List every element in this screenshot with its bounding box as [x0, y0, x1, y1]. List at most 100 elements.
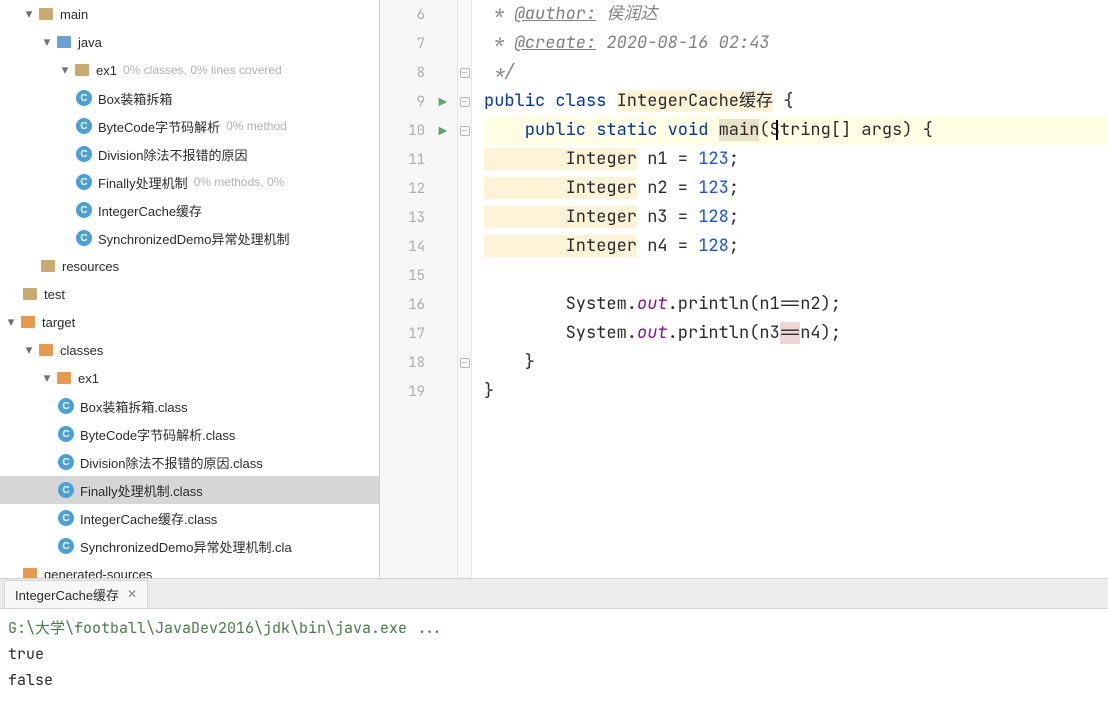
line-number: 17: [408, 325, 425, 343]
chevron-down-icon: ▾: [4, 315, 18, 329]
folder-icon: [38, 6, 54, 22]
tree-label: resources: [62, 259, 119, 274]
class-icon: C: [76, 90, 92, 106]
code-line: Integer n1 = 123;: [484, 145, 1108, 174]
tree-label: main: [60, 7, 88, 22]
console-tab[interactable]: IntegerCache缓存 ✕: [4, 580, 148, 608]
line-number: 7: [417, 35, 425, 53]
tree-item-ex1classes[interactable]: ▾ ex1: [0, 364, 379, 392]
code-line: public class IntegerCache缓存 {: [484, 87, 1108, 116]
run-gutter-icon[interactable]: ▶: [439, 94, 447, 112]
tree-label: SynchronizedDemo异常处理机制.cla: [80, 537, 292, 556]
tree-label: Box装箱拆箱: [98, 89, 172, 108]
tree-item-finallycls[interactable]: C Finally处理机制.class: [0, 476, 379, 504]
tree-item-boxcls[interactable]: CBox装箱拆箱.class: [0, 392, 379, 420]
class-icon: C: [58, 426, 74, 442]
code-line: Integer n4 = 128;: [484, 232, 1108, 261]
text-caret: [776, 120, 778, 140]
code-line: Integer n2 = 123;: [484, 174, 1108, 203]
code-line: * @author: 侯润达: [484, 0, 1108, 29]
tree-item-finally[interactable]: C Finally处理机制 0% methods, 0%: [0, 168, 379, 196]
output-line: true: [8, 641, 1100, 667]
fold-strip[interactable]: – – – –: [458, 0, 472, 578]
run-console: IntegerCache缓存 ✕ G:\大学\football\JavaDev2…: [0, 578, 1108, 699]
tree-label: Finally处理机制.class: [80, 481, 203, 500]
tree-label: Finally处理机制: [98, 173, 188, 192]
tree-label: ex1: [78, 371, 99, 386]
output-line: false: [8, 667, 1100, 693]
coverage-hint: 0% classes, 0% lines covered: [123, 63, 282, 77]
code-line: System.out.println(n3==n4);: [484, 319, 1108, 348]
editor[interactable]: 6 7 8 9▶ 10▶ 11 12 13 14 15 16 17 18 19 …: [380, 0, 1108, 578]
tree-item-resources[interactable]: resources: [0, 252, 379, 280]
folder-icon: [22, 566, 38, 578]
tree-item-divisioncls[interactable]: C Division除法不报错的原因.class: [0, 448, 379, 476]
console-tab-label: IntegerCache缓存: [15, 585, 119, 604]
class-icon: C: [76, 202, 92, 218]
console-output[interactable]: G:\大学\football\JavaDev2016\jdk\bin\java.…: [0, 609, 1108, 699]
tree-item-integercache[interactable]: CIntegerCache缓存: [0, 196, 379, 224]
tree-label: Division除法不报错的原因: [98, 145, 248, 164]
line-number: 13: [408, 209, 425, 227]
fold-toggle-icon[interactable]: –: [460, 68, 470, 78]
close-icon[interactable]: ✕: [127, 587, 137, 601]
chevron-down-icon: ▾: [40, 371, 54, 385]
tree-item-test[interactable]: test: [0, 280, 379, 308]
tree-item-box[interactable]: C Box装箱拆箱: [0, 84, 379, 112]
fold-toggle-icon[interactable]: –: [460, 126, 470, 136]
line-number: 8: [417, 64, 425, 82]
tree-label: ex1: [96, 63, 117, 78]
tree-item-division[interactable]: C Division除法不报错的原因: [0, 140, 379, 168]
class-icon: C: [58, 454, 74, 470]
tree-label: ByteCode字节码解析.class: [80, 425, 235, 444]
tree-item-ex1[interactable]: ▾ ex1 0% classes, 0% lines covered: [0, 56, 379, 84]
tree-item-main[interactable]: ▾ main: [0, 0, 379, 28]
tree-item-bytecodecls[interactable]: C ByteCode字节码解析.class: [0, 420, 379, 448]
console-tabs: IntegerCache缓存 ✕: [0, 579, 1108, 609]
code-line: System.out.println(n1==n2);: [484, 290, 1108, 319]
class-icon: C: [76, 118, 92, 134]
tree-item-target[interactable]: ▾ target: [0, 308, 379, 336]
folder-icon: [56, 34, 72, 50]
line-number: 19: [408, 383, 425, 401]
tree-item-syncdemocls[interactable]: C SynchronizedDemo异常处理机制.cla: [0, 532, 379, 560]
class-icon: C: [76, 146, 92, 162]
tree-label: Box装箱拆箱.class: [80, 397, 188, 416]
tree-label: Division除法不报错的原因.class: [80, 453, 263, 472]
folder-icon: [40, 258, 56, 274]
code-line: */: [484, 58, 1108, 87]
chevron-down-icon: ▾: [58, 63, 72, 77]
tree-label: test: [44, 287, 65, 302]
fold-toggle-icon[interactable]: –: [460, 97, 470, 107]
tree-label: ByteCode字节码解析: [98, 117, 220, 136]
fold-toggle-icon[interactable]: –: [460, 358, 470, 368]
current-line: public static void main(String[] args) {: [484, 116, 1108, 145]
gutter[interactable]: 6 7 8 9▶ 10▶ 11 12 13 14 15 16 17 18 19: [380, 0, 458, 578]
folder-icon: [22, 286, 38, 302]
tree-label: generated-sources: [44, 567, 152, 579]
chevron-down-icon: ▾: [22, 7, 36, 21]
tree-item-syncdemo[interactable]: CSynchronizedDemo异常处理机制: [0, 224, 379, 252]
project-tree[interactable]: ▾ main ▾ java ▾ ex1 0% classes, 0% lines cov…: [0, 0, 380, 578]
class-icon: C: [58, 538, 74, 554]
run-gutter-icon[interactable]: ▶: [439, 123, 447, 141]
coverage-hint: 0% method: [226, 119, 287, 133]
class-icon: C: [76, 174, 92, 190]
tree-item-java[interactable]: ▾ java: [0, 28, 379, 56]
tree-label: java: [78, 35, 102, 50]
tree-item-gensources[interactable]: generated-sources: [0, 560, 379, 578]
line-number: 18: [408, 354, 425, 372]
code-line: [484, 261, 1108, 290]
folder-icon: [20, 314, 36, 330]
tree-item-classes[interactable]: ▾classes: [0, 336, 379, 364]
class-icon: C: [58, 482, 74, 498]
line-number: 6: [417, 6, 425, 24]
line-number: 14: [408, 238, 425, 256]
tree-label: target: [42, 315, 75, 330]
class-icon: C: [58, 510, 74, 526]
chevron-down-icon: ▾: [40, 35, 54, 49]
tree-item-bytecode[interactable]: C ByteCode字节码解析 0% method: [0, 112, 379, 140]
tree-item-integercachecls[interactable]: CIntegerCache缓存.class: [0, 504, 379, 532]
code-content[interactable]: * @author: 侯润达 * @create: 2020-08-16 02:…: [472, 0, 1108, 578]
coverage-hint: 0% methods, 0%: [194, 175, 285, 189]
